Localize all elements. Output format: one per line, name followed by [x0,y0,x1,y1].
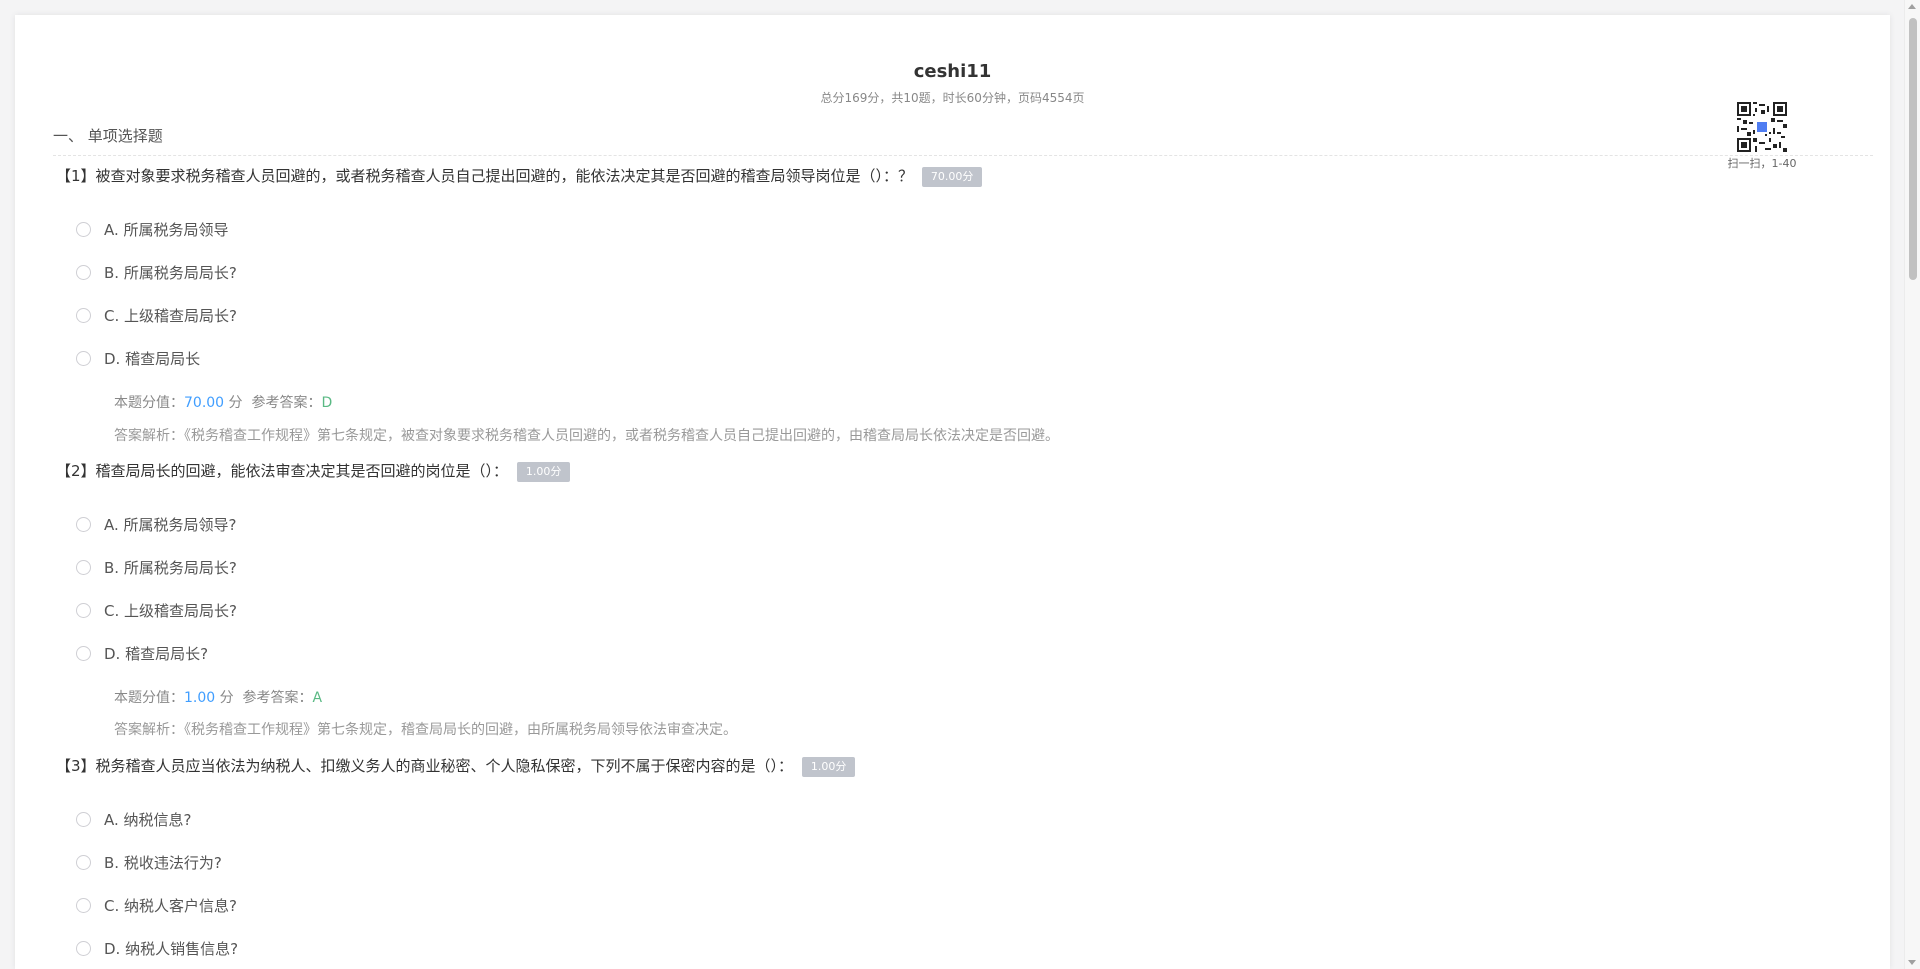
paper-title: ceshi11 [913,61,992,82]
analysis-text: 《税务稽查工作规程》第七条规定，被查对象要求税务稽查人员回避的，或者税务稽查人员… [184,428,1059,444]
question-1-meta: 本题分值：70.00 分 参考答案：D [114,392,332,412]
score-badge: 1.00分 [801,756,856,777]
radio-icon[interactable] [76,351,91,366]
answer-value: D [321,395,333,411]
option-label: A. 所属税务局领导? [104,516,237,534]
question-text: 【3】税务稽查人员应当依法为纳税人、扣缴义务人的商业秘密、个人隐私保密，下列不属… [56,757,794,775]
qr-code-icon [1737,102,1787,152]
score-value: 70.00 [184,395,225,411]
scrollbar-thumb[interactable] [1909,18,1917,280]
option-label: D. 稽查局局长? [104,645,209,663]
option-label: B. 所属税务局局长? [104,264,237,282]
score-badge: 1.00分 [516,461,571,482]
score-label: 本题分值： [114,690,184,706]
analysis-text: 《税务稽查工作规程》第七条规定，稽查局局长的回避，由所属税务局领导依法审查决定。 [184,722,737,738]
radio-icon[interactable] [76,308,91,323]
option-3b[interactable]: B. 税收违法行为? [76,852,222,873]
option-3a[interactable]: A. 纳税信息? [76,809,192,830]
radio-icon[interactable] [76,898,91,913]
page-scrollbar[interactable] [1904,0,1920,969]
option-2c[interactable]: C. 上级稽查局局长? [76,600,237,621]
option-1d[interactable]: D. 稽查局局长 [76,348,200,369]
option-1b[interactable]: B. 所属税务局局长? [76,262,237,283]
analysis-label: 答案解析： [114,428,184,444]
radio-icon[interactable] [76,222,91,237]
radio-icon[interactable] [76,855,91,870]
question-2-meta: 本题分值：1.00 分 参考答案：A [114,687,322,707]
answer-value: A [312,690,323,706]
score-unit: 分 [219,690,234,706]
analysis-label: 答案解析： [114,722,184,738]
answer-label: 参考答案： [242,690,313,706]
option-label: C. 纳税人客户信息? [104,897,237,915]
radio-icon[interactable] [76,646,91,661]
radio-icon[interactable] [76,812,91,827]
option-2a[interactable]: A. 所属税务局领导? [76,514,237,535]
score-unit: 分 [228,395,243,411]
score-label: 本题分值： [114,395,184,411]
question-2: 【2】稽查局局长的回避，能依法审查决定其是否回避的岗位是（）： 1.00分 [56,460,1856,482]
qr-block: 扫一扫，1-40 [1715,102,1809,171]
score-value: 1.00 [184,690,216,706]
option-label: C. 上级稽查局局长? [104,307,237,325]
radio-icon[interactable] [76,603,91,618]
scroll-up-icon[interactable] [1908,4,1916,9]
question-1: 【1】被查对象要求税务稽查人员回避的，或者税务稽查人员自己提出回避的，能依法决定… [56,165,1856,187]
radio-icon[interactable] [76,560,91,575]
exam-paper: ceshi11 总分169分，共10题，时长60分钟，页码4554页 扫一扫，1… [15,15,1890,969]
paper-header: ceshi11 总分169分，共10题，时长60分钟，页码4554页 [15,59,1890,106]
paper-summary: 总分169分，共10题，时长60分钟，页码4554页 [820,91,1085,105]
option-2d[interactable]: D. 稽查局局长? [76,643,208,664]
radio-icon[interactable] [76,517,91,532]
option-label: A. 所属税务局领导 [104,221,229,239]
option-label: A. 纳税信息? [104,811,192,829]
option-2b[interactable]: B. 所属税务局局长? [76,557,237,578]
option-3d[interactable]: D. 纳税人销售信息? [76,938,238,959]
question-2-analysis: 答案解析：《税务稽查工作规程》第七条规定，稽查局局长的回避，由所属税务局领导依法… [114,719,737,739]
radio-icon[interactable] [76,941,91,956]
option-3c[interactable]: C. 纳税人客户信息? [76,895,237,916]
question-3: 【3】税务稽查人员应当依法为纳税人、扣缴义务人的商业秘密、个人隐私保密，下列不属… [56,755,1856,777]
question-text-row: 【3】税务稽查人员应当依法为纳税人、扣缴义务人的商业秘密、个人隐私保密，下列不属… [56,755,1856,777]
score-badge: 70.00分 [921,166,983,187]
option-label: B. 所属税务局局长? [104,559,237,577]
radio-icon[interactable] [76,265,91,280]
answer-label: 参考答案： [251,395,322,411]
option-label: D. 纳税人销售信息? [104,940,239,958]
section-divider [53,155,1873,156]
option-label: C. 上级稽查局局长? [104,602,237,620]
section-title: 一、 单项选择题 [53,127,163,145]
option-label: B. 税收违法行为? [104,854,222,872]
option-1c[interactable]: C. 上级稽查局局长? [76,305,237,326]
question-text: 【2】稽查局局长的回避，能依法审查决定其是否回避的岗位是（）： [56,462,509,480]
question-1-analysis: 答案解析：《税务稽查工作规程》第七条规定，被查对象要求税务稽查人员回避的，或者税… [114,425,1059,445]
option-label: D. 稽查局局长 [104,350,201,368]
question-text: 【1】被查对象要求税务稽查人员回避的，或者税务稽查人员自己提出回避的，能依法决定… [56,167,914,185]
question-text-row: 【2】稽查局局长的回避，能依法审查决定其是否回避的岗位是（）： 1.00分 [56,460,1856,482]
question-text-row: 【1】被查对象要求税务稽查人员回避的，或者税务稽查人员自己提出回避的，能依法决定… [56,165,1856,187]
scroll-down-icon[interactable] [1908,960,1916,965]
option-1a[interactable]: A. 所属税务局领导 [76,219,229,240]
